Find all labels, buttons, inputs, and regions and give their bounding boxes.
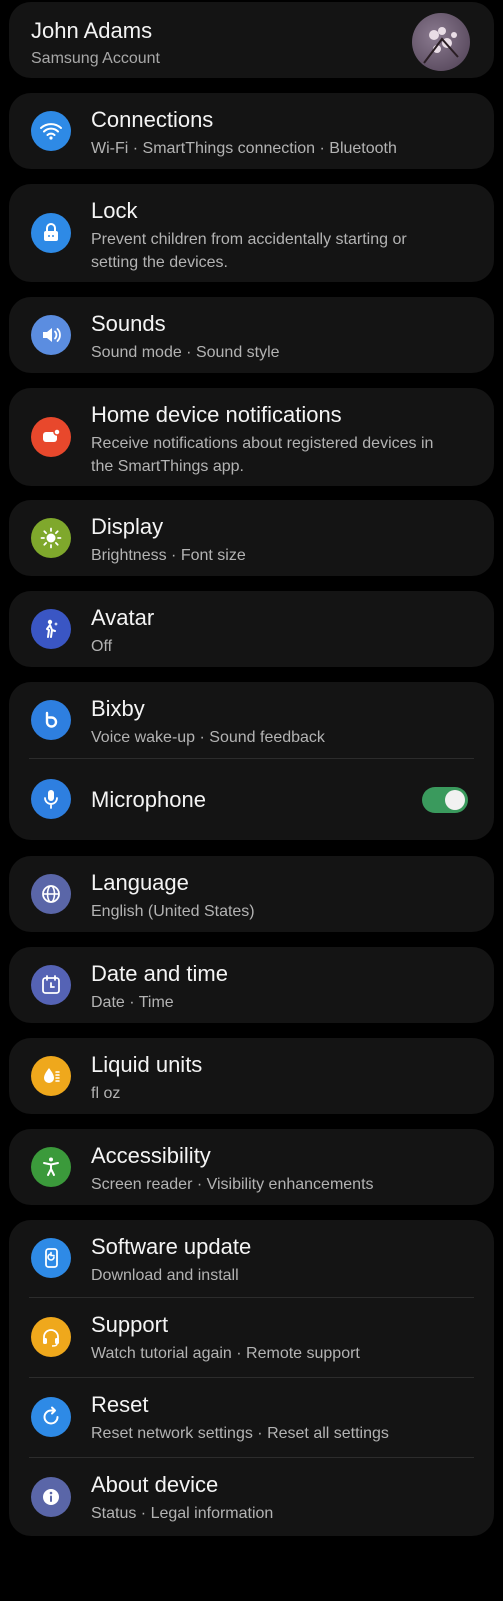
lock-subtitle-line2: setting the devices. xyxy=(91,254,228,271)
liquid-units-subtitle: fl oz xyxy=(91,1085,121,1102)
avatar-card[interactable]: Avatar Off xyxy=(9,591,494,667)
headset-icon xyxy=(31,1317,71,1357)
account-card[interactable]: John Adams Samsung Account xyxy=(9,2,494,78)
display-title: Display xyxy=(91,514,164,539)
datetime-card[interactable]: Date and time Date · Time xyxy=(9,947,494,1023)
calendar-clock-icon xyxy=(31,965,71,1005)
account-subtitle: Samsung Account xyxy=(31,50,160,67)
toggle-knob xyxy=(445,790,465,810)
microphone-title: Microphone xyxy=(91,787,206,812)
bixby-title: Bixby xyxy=(91,696,145,721)
support-subtitle: Watch tutorial again · Remote support xyxy=(91,1345,360,1362)
connections-card[interactable]: Connections Wi-Fi · SmartThings connecti… xyxy=(9,93,494,169)
home-notifications-subtitle-line1: Receive notifications about registered d… xyxy=(91,435,434,452)
bixby-row[interactable]: Bixby Voice wake-up · Sound feedback xyxy=(9,682,494,758)
bixby-microphone-card: Bixby Voice wake-up · Sound feedback Mic… xyxy=(9,682,494,840)
language-subtitle: English (United States) xyxy=(91,903,255,920)
home-notifications-title: Home device notifications xyxy=(91,402,342,427)
notification-icon xyxy=(31,417,71,457)
about-title: About device xyxy=(91,1472,219,1497)
microphone-toggle[interactable] xyxy=(422,787,468,813)
about-row[interactable]: About device Status · Legal information xyxy=(9,1458,494,1536)
avatar-title: Avatar xyxy=(91,605,155,630)
home-notifications-subtitle-line2: the SmartThings app. xyxy=(91,458,244,475)
reset-title: Reset xyxy=(91,1392,149,1417)
wifi-icon xyxy=(31,111,71,151)
support-row[interactable]: Support Watch tutorial again · Remote su… xyxy=(9,1298,494,1377)
globe-icon xyxy=(31,874,71,914)
lock-icon xyxy=(31,213,71,253)
connections-title: Connections xyxy=(91,107,214,132)
lock-title: Lock xyxy=(91,198,138,223)
update-icon xyxy=(31,1238,71,1278)
accessibility-icon xyxy=(31,1147,71,1187)
software-update-subtitle: Download and install xyxy=(91,1267,239,1284)
speaker-icon xyxy=(31,315,71,355)
reset-subtitle: Reset network settings · Reset all setti… xyxy=(91,1425,389,1442)
system-card: Software update Download and install Sup… xyxy=(9,1220,494,1536)
lock-subtitle-line1: Prevent children from accidentally start… xyxy=(91,231,407,248)
sounds-card[interactable]: Sounds Sound mode · Sound style xyxy=(9,297,494,373)
about-subtitle: Status · Legal information xyxy=(91,1505,274,1522)
accessibility-subtitle: Screen reader · Visibility enhancements xyxy=(91,1176,374,1193)
info-icon xyxy=(31,1477,71,1517)
accessibility-title: Accessibility xyxy=(91,1143,211,1168)
accessibility-card[interactable]: Accessibility Screen reader · Visibility… xyxy=(9,1129,494,1205)
connections-subtitle: Wi-Fi · SmartThings connection · Bluetoo… xyxy=(91,140,397,157)
home-notifications-card[interactable]: Home device notifications Receive notifi… xyxy=(9,388,494,486)
display-subtitle: Brightness · Font size xyxy=(91,547,246,564)
account-name: John Adams xyxy=(31,18,153,43)
reset-row[interactable]: Reset Reset network settings · Reset all… xyxy=(9,1378,494,1457)
display-card[interactable]: Display Brightness · Font size xyxy=(9,500,494,576)
datetime-title: Date and time xyxy=(91,961,228,986)
droplet-icon xyxy=(31,1056,71,1096)
language-card[interactable]: Language English (United States) xyxy=(9,856,494,932)
bixby-subtitle: Voice wake-up · Sound feedback xyxy=(91,729,325,746)
sounds-title: Sounds xyxy=(91,311,166,336)
sun-icon xyxy=(31,518,71,558)
avatar-subtitle: Off xyxy=(91,638,113,655)
microphone-icon xyxy=(31,779,71,819)
language-title: Language xyxy=(91,870,189,895)
lock-card[interactable]: Lock Prevent children from accidentally … xyxy=(9,184,494,282)
liquid-units-card[interactable]: Liquid units fl oz xyxy=(9,1038,494,1114)
sounds-subtitle: Sound mode · Sound style xyxy=(91,344,280,361)
support-title: Support xyxy=(91,1312,169,1337)
person-icon xyxy=(31,609,71,649)
microphone-row[interactable]: Microphone xyxy=(9,759,494,840)
software-update-title: Software update xyxy=(91,1234,252,1259)
avatar[interactable] xyxy=(412,13,470,71)
liquid-units-title: Liquid units xyxy=(91,1052,203,1077)
reset-icon xyxy=(31,1397,71,1437)
bixby-icon xyxy=(31,700,71,740)
datetime-subtitle: Date · Time xyxy=(91,994,174,1011)
software-update-row[interactable]: Software update Download and install xyxy=(9,1220,494,1297)
